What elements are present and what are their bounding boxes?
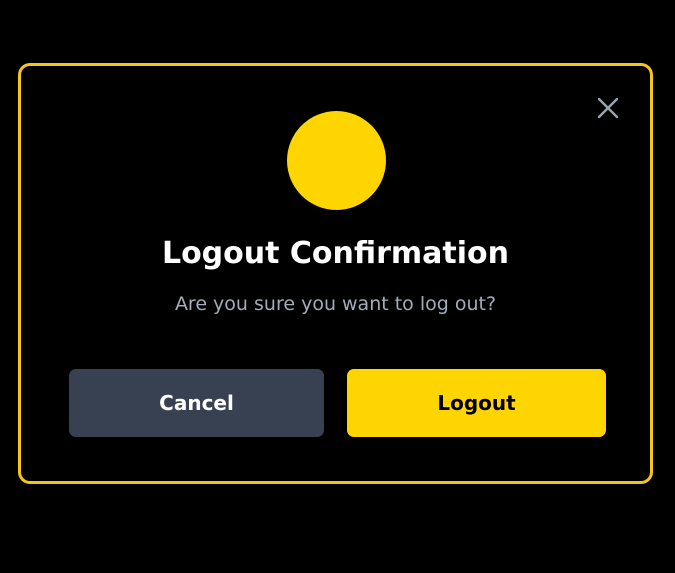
cancel-button[interactable]: Cancel bbox=[69, 369, 324, 437]
logout-button[interactable]: Logout bbox=[347, 369, 606, 437]
dialog-title: Logout Confirmation bbox=[161, 236, 510, 271]
avatar-circle bbox=[287, 111, 386, 210]
close-icon bbox=[597, 97, 619, 119]
screen-backdrop: Logout Confirmation Are you sure you wan… bbox=[0, 0, 675, 573]
dialog-message: Are you sure you want to log out? bbox=[174, 293, 497, 315]
logout-confirmation-dialog: Logout Confirmation Are you sure you wan… bbox=[18, 63, 653, 484]
close-button[interactable] bbox=[594, 94, 622, 122]
